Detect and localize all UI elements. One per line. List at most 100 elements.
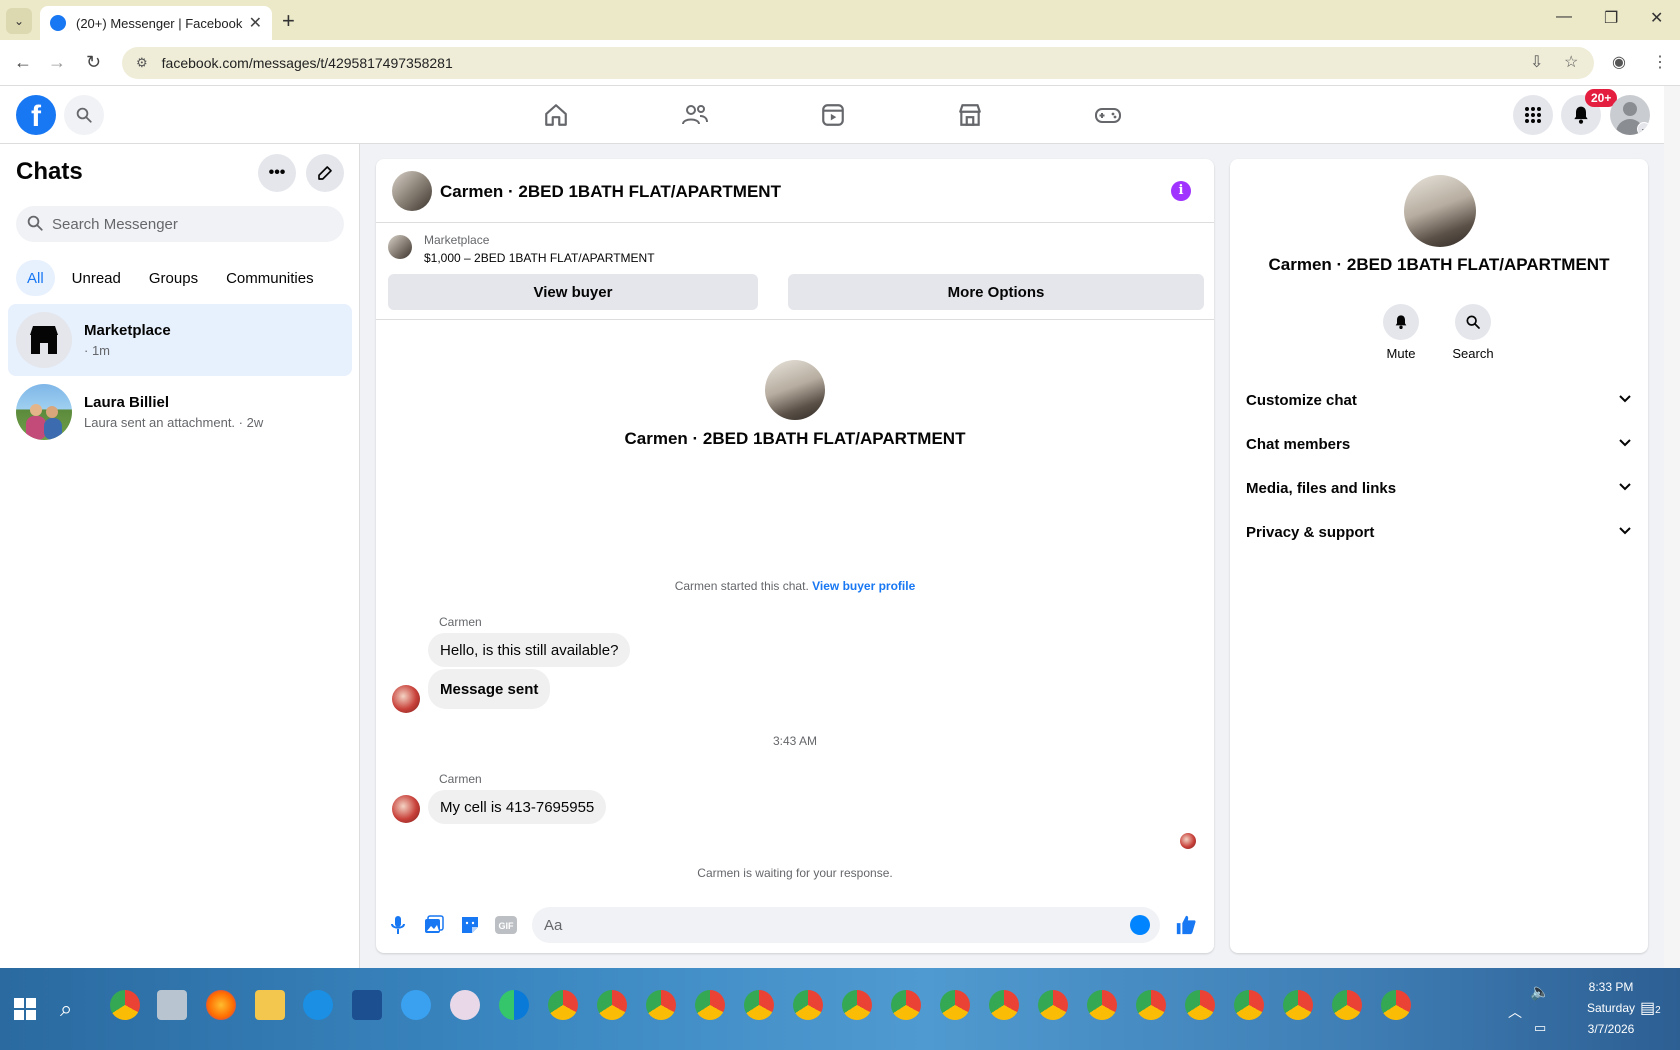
app-icon[interactable]: [450, 990, 480, 1020]
microphone-icon[interactable]: [386, 913, 410, 937]
carmen-avatar[interactable]: [392, 685, 420, 713]
action-center-icon[interactable]: ▤2: [1640, 998, 1661, 1018]
file-explorer-icon[interactable]: [255, 990, 285, 1020]
conversation-center-name: Carmen · 2BED 1BATH FLAT/APARTMENT: [624, 429, 966, 448]
section-privacy-support[interactable]: Privacy & support: [1246, 512, 1632, 552]
filter-groups[interactable]: Groups: [138, 260, 209, 296]
chrome-app-icon[interactable]: [646, 990, 676, 1020]
chat-item-marketplace[interactable]: Marketplace · 1m: [8, 304, 352, 376]
chrome-app-icon[interactable]: [110, 990, 140, 1020]
url-omnibox[interactable]: ⚙ facebook.com/messages/t/42958174973582…: [122, 47, 1594, 79]
more-options-button[interactable]: More Options: [788, 274, 1204, 310]
clock-time: 8:33 PM: [1588, 980, 1634, 994]
forward-arrow-icon[interactable]: →: [48, 52, 66, 73]
site-info-icon[interactable]: ⚙: [136, 55, 148, 71]
chrome-app-icon[interactable]: [1087, 990, 1117, 1020]
reload-icon[interactable]: ↻: [86, 52, 101, 73]
back-arrow-icon[interactable]: ←: [14, 52, 32, 73]
mute-action[interactable]: Mute: [1371, 304, 1431, 361]
filter-unread[interactable]: Unread: [61, 260, 132, 296]
listing-thumbnail-avatar[interactable]: [392, 171, 432, 211]
tray-overflow-icon[interactable]: ︿: [1508, 1002, 1522, 1022]
chrome-app-icon[interactable]: [1381, 990, 1411, 1020]
chat-item-laura-billiel[interactable]: Laura Billiel Laura sent an attachment. …: [8, 376, 352, 448]
conversation-info-icon[interactable]: i: [1171, 181, 1191, 201]
chrome-app-icon[interactable]: [989, 990, 1019, 1020]
install-app-icon[interactable]: ⇩: [1530, 52, 1543, 72]
app-icon[interactable]: [352, 990, 382, 1020]
photo-icon[interactable]: [422, 913, 446, 937]
facebook-logo[interactable]: f: [16, 95, 56, 135]
conversation-panel: Carmen · 2BED 1BATH FLAT/APARTMENT i Mar…: [376, 159, 1214, 953]
chrome-app-icon[interactable]: [695, 990, 725, 1020]
restore-icon[interactable]: ❐: [1604, 8, 1618, 28]
new-tab-icon[interactable]: +: [282, 8, 295, 34]
chevron-down-icon: [1618, 391, 1632, 409]
browser-tab[interactable]: (20+) Messenger | Facebook ✕: [40, 6, 272, 40]
volume-icon[interactable]: 🔈: [1530, 982, 1550, 1002]
filter-communities[interactable]: Communities: [215, 260, 325, 296]
message-bubble[interactable]: My cell is 413-7695955: [428, 790, 607, 824]
chrome-app-icon[interactable]: [1136, 990, 1166, 1020]
gaming-icon[interactable]: [1090, 98, 1126, 132]
account-avatar[interactable]: ⌄: [1610, 95, 1650, 135]
page-scrollbar[interactable]: [1664, 86, 1680, 968]
carmen-avatar[interactable]: [392, 795, 420, 823]
facebook-top-nav: f 20+ ⌄: [0, 86, 1664, 144]
chrome-app-icon[interactable]: [1283, 990, 1313, 1020]
profile-icon[interactable]: ◉: [1612, 52, 1626, 72]
chrome-app-icon[interactable]: [1038, 990, 1068, 1020]
notepad-app-icon[interactable]: [157, 990, 187, 1020]
emoji-icon[interactable]: [1130, 915, 1150, 935]
network-icon[interactable]: ▭: [1534, 1020, 1546, 1036]
windows-start-icon[interactable]: [14, 998, 36, 1020]
search-label: Search: [1452, 346, 1494, 361]
more-options-icon[interactable]: •••: [258, 154, 296, 192]
gif-icon[interactable]: GIF: [494, 913, 518, 937]
browser-menu-icon[interactable]: ⋮: [1652, 52, 1668, 72]
chrome-app-icon[interactable]: [1234, 990, 1264, 1020]
section-chat-members[interactable]: Chat members: [1246, 424, 1632, 464]
new-message-icon[interactable]: [306, 154, 344, 192]
tab-list-chevron-icon[interactable]: ⌄: [6, 8, 32, 34]
chrome-app-icon[interactable]: [548, 990, 578, 1020]
chrome-app-icon[interactable]: [1185, 990, 1215, 1020]
conversation-header: Carmen · 2BED 1BATH FLAT/APARTMENT i: [376, 159, 1214, 223]
firefox-app-icon[interactable]: [206, 990, 236, 1020]
home-icon[interactable]: [538, 98, 574, 132]
message-bubble[interactable]: Hello, is this still available?: [428, 633, 631, 667]
menu-grid-icon[interactable]: [1513, 95, 1553, 135]
filter-all[interactable]: All: [16, 260, 55, 296]
app-icon[interactable]: [303, 990, 333, 1020]
window-close-icon[interactable]: ✕: [1650, 8, 1663, 28]
edge-app-icon[interactable]: [499, 990, 529, 1020]
chrome-app-icon[interactable]: [597, 990, 627, 1020]
search-action[interactable]: Search: [1443, 304, 1503, 361]
bookmark-star-icon[interactable]: ☆: [1564, 52, 1578, 72]
minimize-icon[interactable]: —: [1556, 8, 1572, 26]
conversation-title[interactable]: Carmen · 2BED 1BATH FLAT/APARTMENT: [440, 182, 781, 202]
section-customize-chat[interactable]: Customize chat: [1246, 380, 1632, 420]
view-buyer-profile-link[interactable]: View buyer profile: [812, 579, 915, 593]
facebook-search-icon[interactable]: [64, 95, 104, 135]
section-media-files-links[interactable]: Media, files and links: [1246, 468, 1632, 508]
chrome-app-icon[interactable]: [1332, 990, 1362, 1020]
search-messenger-input[interactable]: Search Messenger: [16, 206, 344, 242]
friends-icon[interactable]: [677, 98, 713, 132]
message-input[interactable]: Aa: [532, 907, 1160, 943]
like-thumbs-up-icon[interactable]: [1174, 913, 1198, 937]
chrome-app-icon[interactable]: [793, 990, 823, 1020]
app-icon[interactable]: [401, 990, 431, 1020]
tab-close-icon[interactable]: ✕: [249, 13, 262, 33]
taskbar-search-icon[interactable]: ⌕: [60, 996, 72, 1022]
marketplace-icon[interactable]: [952, 98, 988, 132]
sticker-icon[interactable]: [458, 913, 482, 937]
chrome-app-icon[interactable]: [842, 990, 872, 1020]
chrome-app-icon[interactable]: [891, 990, 921, 1020]
bell-icon: [1383, 304, 1419, 340]
video-icon[interactable]: [815, 98, 851, 132]
chrome-app-icon[interactable]: [744, 990, 774, 1020]
view-buyer-button[interactable]: View buyer: [388, 274, 758, 310]
chrome-app-icon[interactable]: [940, 990, 970, 1020]
message-bubble[interactable]: Message sent: [428, 669, 551, 709]
